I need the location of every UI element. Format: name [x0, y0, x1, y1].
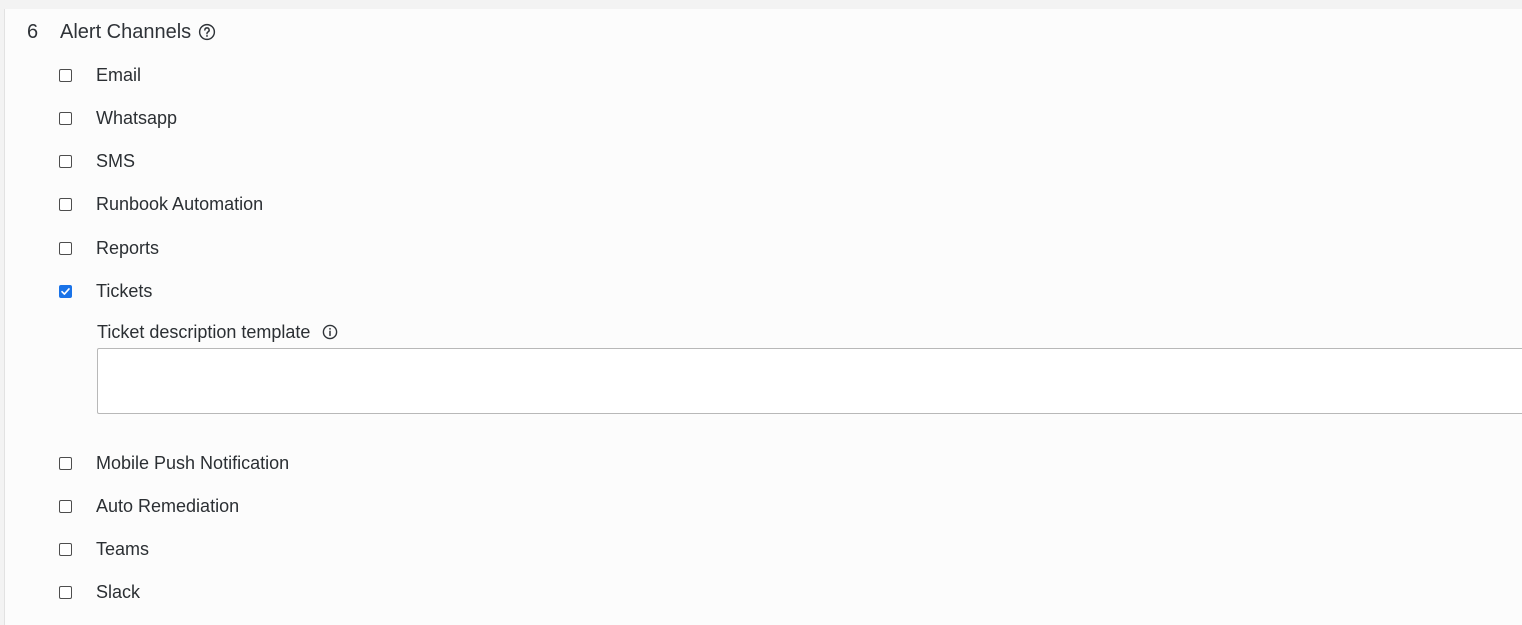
section-number: 6: [27, 20, 39, 43]
channel-label[interactable]: Tickets: [96, 281, 152, 302]
channel-label[interactable]: SMS: [96, 151, 135, 172]
channel-label[interactable]: Whatsapp: [96, 108, 177, 129]
tickets-checkbox[interactable]: [59, 284, 72, 298]
channel-option-auto-remediation[interactable]: Auto Remediation: [59, 493, 239, 519]
teams-checkbox[interactable]: [59, 542, 72, 556]
channel-label[interactable]: Runbook Automation: [96, 194, 263, 215]
runbook-automation-checkbox[interactable]: [59, 197, 72, 211]
slack-checkbox[interactable]: [59, 585, 72, 599]
channel-option-reports[interactable]: Reports: [59, 235, 159, 261]
mobile-push-notification-checkbox[interactable]: [59, 456, 72, 470]
channel-option-slack[interactable]: Slack: [59, 579, 140, 605]
sms-checkbox[interactable]: [59, 154, 72, 168]
email-checkbox[interactable]: [59, 68, 72, 82]
channel-option-sms[interactable]: SMS: [59, 148, 135, 174]
channel-label[interactable]: Mobile Push Notification: [96, 453, 289, 474]
channel-option-mobile-push-notification[interactable]: Mobile Push Notification: [59, 450, 289, 476]
reports-checkbox[interactable]: [59, 241, 72, 255]
alert-channels-panel: 6 Alert Channels Email Whatsapp SMS Runb…: [4, 9, 1522, 625]
ticket-template-label-row: Ticket description template: [97, 319, 338, 345]
channel-label[interactable]: Auto Remediation: [96, 496, 239, 517]
ticket-template-textarea[interactable]: [97, 348, 1522, 414]
channel-label[interactable]: Email: [96, 65, 141, 86]
section-header: 6 Alert Channels: [27, 18, 216, 46]
channel-option-email[interactable]: Email: [59, 62, 141, 88]
whatsapp-checkbox[interactable]: [59, 111, 72, 125]
channel-option-tickets[interactable]: Tickets: [59, 278, 152, 304]
channel-label[interactable]: Teams: [96, 539, 149, 560]
ticket-template-label: Ticket description template: [97, 321, 311, 342]
help-circle-icon[interactable]: [198, 23, 216, 41]
channel-option-whatsapp[interactable]: Whatsapp: [59, 105, 177, 131]
channel-label[interactable]: Reports: [96, 238, 159, 259]
channel-option-teams[interactable]: Teams: [59, 536, 149, 562]
channel-label[interactable]: Slack: [96, 582, 140, 603]
checkmark-icon: [61, 287, 70, 295]
section-title: Alert Channels: [60, 20, 192, 43]
info-circle-icon[interactable]: [322, 324, 338, 340]
auto-remediation-checkbox[interactable]: [59, 499, 72, 513]
channel-option-runbook-automation[interactable]: Runbook Automation: [59, 191, 263, 217]
